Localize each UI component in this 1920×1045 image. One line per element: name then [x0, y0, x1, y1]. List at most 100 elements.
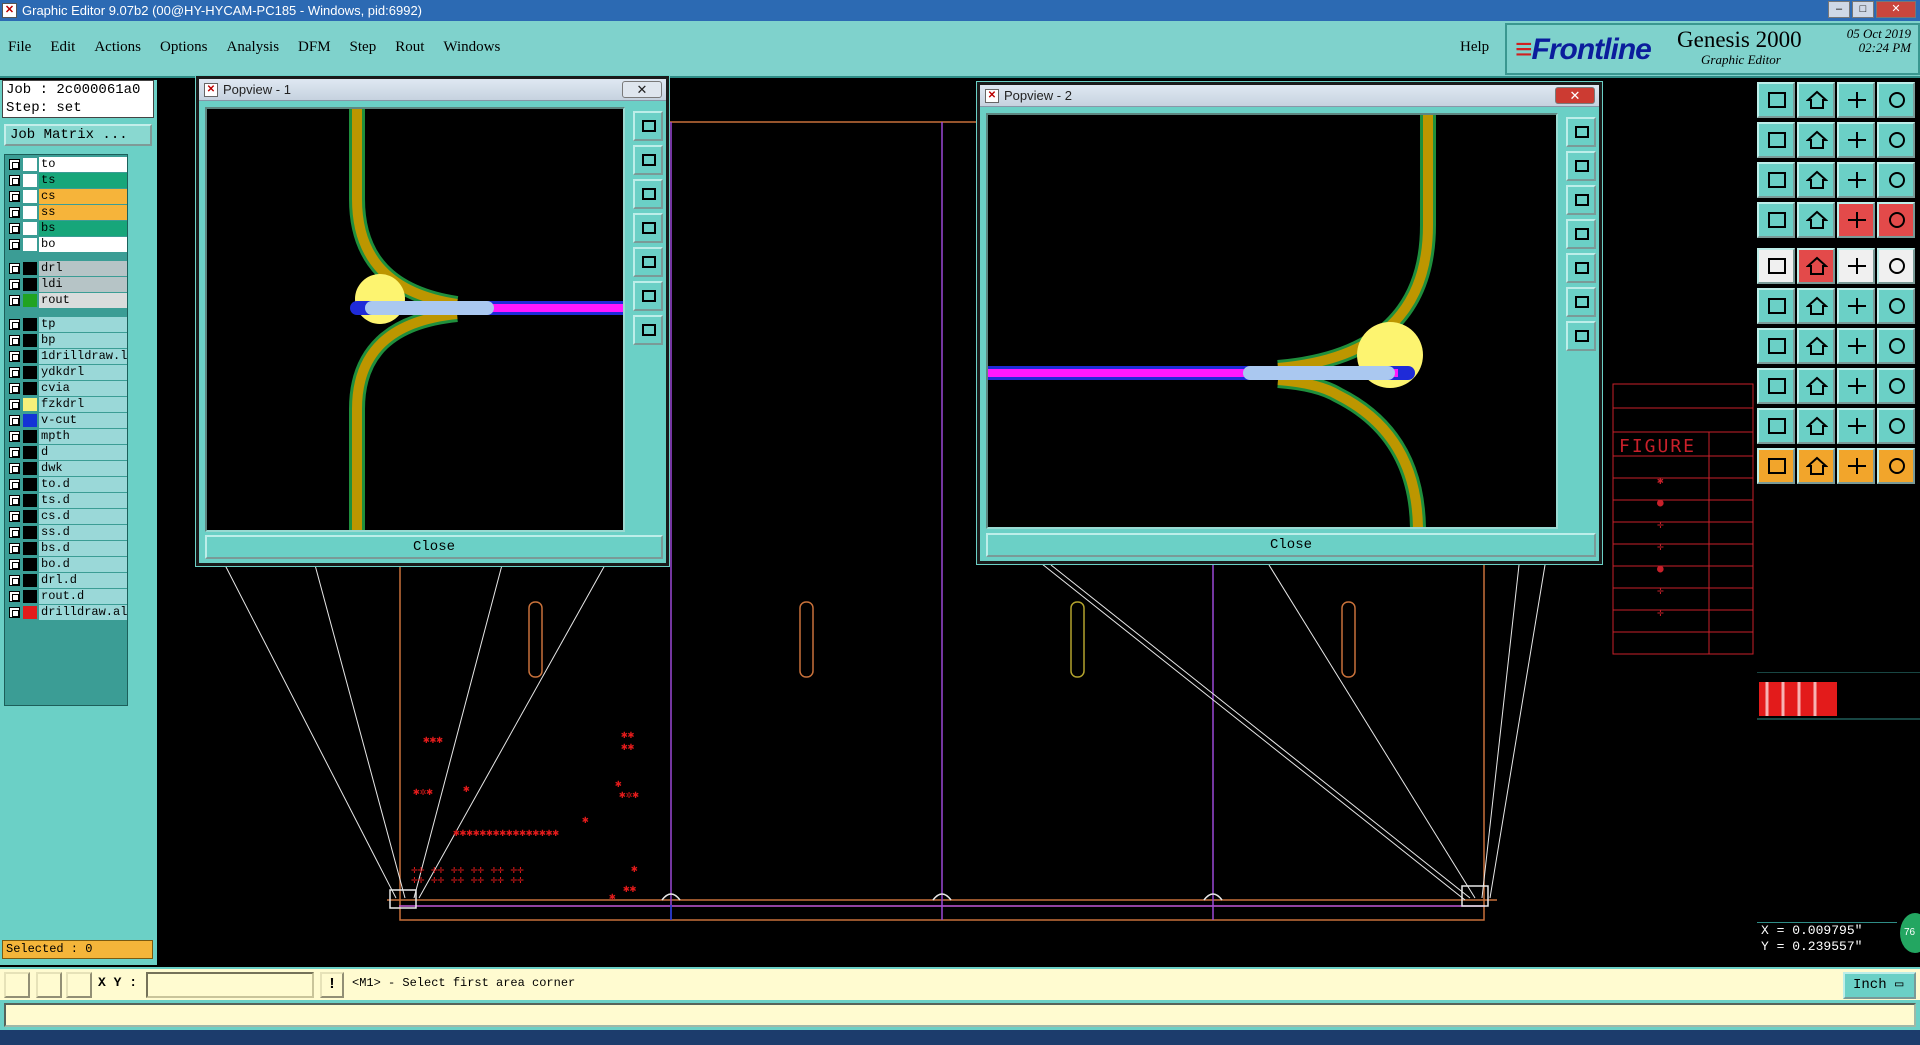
popview-2-close-x[interactable]: ✕ [1555, 87, 1595, 104]
menu-rout[interactable]: Rout [395, 39, 424, 56]
layer-name[interactable]: fzkdrl [39, 397, 127, 412]
layer-name[interactable]: drl [39, 261, 127, 276]
circle-button[interactable] [1877, 248, 1915, 284]
layer-row-drilldraw-al[interactable]: drilldraw.al [7, 605, 127, 620]
layer-name[interactable]: ss [39, 205, 127, 220]
layer-checkbox[interactable] [9, 511, 20, 522]
layer-checkbox[interactable] [9, 335, 20, 346]
triangle-button[interactable] [1757, 408, 1795, 444]
layer-row-bp[interactable]: bp [7, 333, 127, 348]
layer-row-drl[interactable]: drl [7, 261, 127, 276]
popview-2-tool-7[interactable] [1566, 321, 1596, 351]
layer-name[interactable]: bs [39, 221, 127, 236]
layer-checkbox[interactable] [9, 415, 20, 426]
layer-color-swatch[interactable] [23, 294, 37, 307]
layer-color-swatch[interactable] [23, 478, 37, 491]
layer-row-cs-d[interactable]: cs.d [7, 509, 127, 524]
vertex-button[interactable] [1837, 288, 1875, 324]
pointer-tree-button[interactable] [1877, 448, 1915, 484]
cross-button[interactable] [1797, 288, 1835, 324]
layer-name[interactable]: drl.d [39, 573, 127, 588]
house-button[interactable] [1837, 82, 1875, 118]
layer-name[interactable]: ydkdrl [39, 365, 127, 380]
menu-actions[interactable]: Actions [94, 39, 141, 56]
layer-checkbox[interactable] [9, 559, 20, 570]
layer-row-ldi[interactable]: ldi [7, 277, 127, 292]
menu-analysis[interactable]: Analysis [227, 39, 280, 56]
layer-name[interactable]: to.d [39, 477, 127, 492]
popview-1-close-x[interactable]: ✕ [622, 81, 662, 98]
layer-add-button[interactable] [1837, 202, 1875, 238]
layer-name[interactable]: cs.d [39, 509, 127, 524]
layer-checkbox[interactable] [9, 295, 20, 306]
layer-color-swatch[interactable] [23, 558, 37, 571]
minus-button[interactable] [1797, 368, 1835, 404]
popview-2-tool-4[interactable] [1566, 219, 1596, 249]
redline-button[interactable] [1797, 248, 1835, 284]
layer-row-to-d[interactable]: to.d [7, 477, 127, 492]
minimize-button[interactable]: – [1828, 1, 1850, 18]
layer-row-drl-d[interactable]: drl.d [7, 573, 127, 588]
arrow-a-button[interactable] [1797, 408, 1835, 444]
snap-button[interactable] [1757, 202, 1795, 238]
layer-row-cvia[interactable]: cvia [7, 381, 127, 396]
flip-button[interactable] [1877, 122, 1915, 158]
layer-checkbox[interactable] [9, 575, 20, 586]
layer-checkbox[interactable] [9, 239, 20, 250]
menu-edit[interactable]: Edit [50, 39, 75, 56]
layer-checkbox[interactable] [9, 351, 20, 362]
layer-color-swatch[interactable] [23, 238, 37, 251]
layer-row-ss-d[interactable]: ss.d [7, 525, 127, 540]
layer-name[interactable]: ss.d [39, 525, 127, 540]
layer-name[interactable]: dwk [39, 461, 127, 476]
pointer-3-button[interactable] [1837, 448, 1875, 484]
layer-color-swatch[interactable] [23, 398, 37, 411]
rotate-button[interactable] [1837, 328, 1875, 364]
maximize-button[interactable]: □ [1852, 1, 1874, 18]
layer-checkbox[interactable] [9, 495, 20, 506]
layer-color-swatch[interactable] [23, 430, 37, 443]
layer-color-swatch[interactable] [23, 318, 37, 331]
menu-windows[interactable]: Windows [443, 39, 500, 56]
layer-color-swatch[interactable] [23, 350, 37, 363]
layer-row-tp[interactable]: tp [7, 317, 127, 332]
layer-checkbox[interactable] [9, 479, 20, 490]
popview-1-canvas[interactable] [205, 107, 625, 532]
popview-1-tool-4[interactable] [633, 213, 663, 243]
slope-button[interactable] [1797, 328, 1835, 364]
layer-checkbox[interactable] [9, 447, 20, 458]
pointer-2-button[interactable] [1797, 448, 1835, 484]
layer-checkbox[interactable] [9, 159, 20, 170]
layer-checkbox[interactable] [9, 263, 20, 274]
split-button[interactable] [1877, 82, 1915, 118]
layer-checkbox[interactable] [9, 431, 20, 442]
layer-color-swatch[interactable] [23, 382, 37, 395]
popview-1-tool-1[interactable] [633, 111, 663, 141]
layer-edit-button[interactable] [1877, 202, 1915, 238]
layer-color-swatch[interactable] [23, 590, 37, 603]
layer-checkbox[interactable] [9, 607, 20, 618]
layer-row-v-cut[interactable]: v-cut [7, 413, 127, 428]
zoom-in-button[interactable] [1797, 82, 1835, 118]
layer-color-swatch[interactable] [23, 206, 37, 219]
layer-row-rout[interactable]: rout [7, 293, 127, 308]
menu-help[interactable]: Help [1460, 39, 1489, 56]
layer-row-bo[interactable]: bo [7, 237, 127, 252]
layer-color-swatch[interactable] [23, 334, 37, 347]
layer-checkbox[interactable] [9, 319, 20, 330]
menu-step[interactable]: Step [350, 39, 377, 56]
job-matrix-button[interactable]: Job Matrix ... [4, 124, 152, 146]
layer-row-dwk[interactable]: dwk [7, 461, 127, 476]
layer-name[interactable]: bp [39, 333, 127, 348]
draw-line-button[interactable] [1757, 328, 1795, 364]
layer-name[interactable]: bo [39, 237, 127, 252]
layer-checkbox[interactable] [9, 543, 20, 554]
command-input[interactable] [4, 1003, 1916, 1027]
layer-row-d[interactable]: d [7, 445, 127, 460]
layer-color-swatch[interactable] [23, 446, 37, 459]
popview-2-close-button[interactable]: Close [986, 533, 1596, 557]
layer-checkbox[interactable] [9, 367, 20, 378]
popview-2-tool-2[interactable] [1566, 151, 1596, 181]
layer-row-mpth[interactable]: mpth [7, 429, 127, 444]
layer-checkbox[interactable] [9, 399, 20, 410]
